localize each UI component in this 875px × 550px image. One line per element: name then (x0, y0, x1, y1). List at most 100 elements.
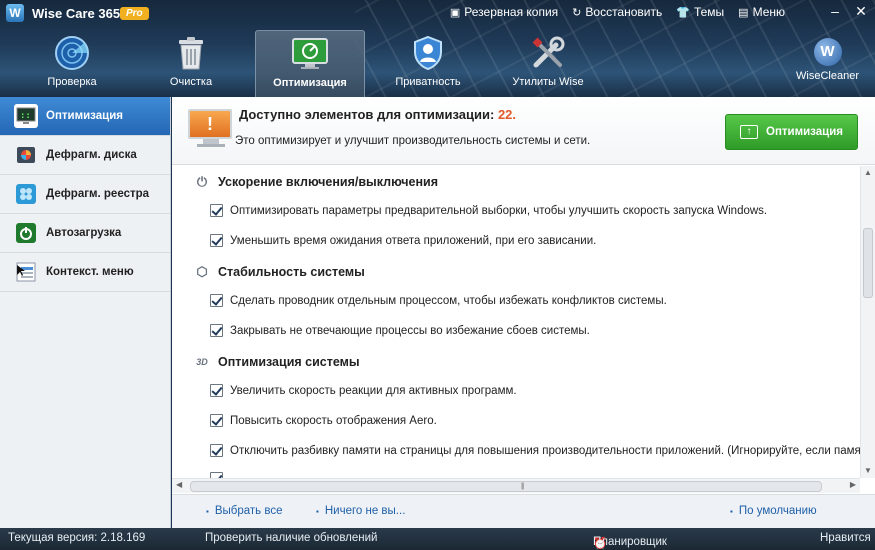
restore-icon: ↻ (572, 6, 582, 19)
sidebar-item-disk-defrag-label: Дефрагм. диска (46, 149, 137, 161)
vertical-scrollbar[interactable]: ▲ ▼ (860, 166, 875, 478)
nav-tab-clean-label: Очистка (169, 76, 213, 88)
section-startup-shutdown: ⏻ Ускорение включения/выключения (194, 174, 438, 190)
list-item: Отключить разбивку памяти на страницы дл… (210, 444, 860, 457)
check-updates-link[interactable]: Проверить наличие обновлений (205, 532, 377, 544)
select-all-label: Выбрать все (214, 505, 283, 517)
header: W Wise Care 365 Pro ▣ Резервная копия ↻ … (0, 0, 875, 97)
nav-tab-optimize-label: Оптимизация (273, 77, 347, 89)
nav-tab-check[interactable]: Проверка (18, 30, 126, 92)
optimization-banner: ! Доступно элементов для оптимизации: 22… (172, 97, 875, 165)
minimize-button[interactable]: – (827, 3, 843, 20)
main-menu-item[interactable]: ▤ Меню (738, 5, 785, 19)
section-title: Стабильность системы (218, 265, 365, 279)
like-link[interactable]: Нравится (820, 532, 871, 544)
warning-monitor-icon: ! (188, 109, 234, 149)
status-bar: Текущая версия: 2.18.169 Проверить налич… (0, 528, 875, 550)
restore-menu-item[interactable]: ↻ Восстановить (572, 5, 662, 19)
sidebar-item-startup[interactable]: Автозагрузка (0, 214, 170, 253)
svg-text:::: :: (20, 111, 31, 121)
monitor-optimize-icon (290, 35, 330, 73)
3d-icon: 3D (196, 357, 208, 367)
sidebar-item-optimize[interactable]: :: Оптимизация (0, 97, 170, 136)
themes-menu-item[interactable]: 👕 Темы (676, 5, 724, 19)
option-checkbox[interactable] (210, 234, 223, 247)
power-icon: ⏻ (196, 174, 208, 189)
banner-subtitle: Это оптимизирует и улучшит производитель… (235, 135, 591, 147)
window-controls: – ✕ (827, 3, 869, 20)
registry-defrag-icon (14, 182, 38, 206)
optimize-button[interactable]: ↑ Оптимизация (725, 114, 858, 150)
restore-label: Восстановить (585, 5, 663, 19)
bullet-icon: ▪ (206, 506, 209, 516)
list-item: Закрывать не отвечающие процессы во избе… (210, 324, 590, 337)
horizontal-scrollbar[interactable]: ◀ ||| ▶ (172, 478, 860, 493)
trash-icon (171, 34, 211, 72)
wisecleaner-logo-icon: W (813, 38, 842, 66)
app-title: Wise Care 365 (32, 6, 121, 21)
option-checkbox[interactable] (210, 384, 223, 397)
scroll-left-icon[interactable]: ◀ (176, 480, 182, 489)
default-label: По умолчанию (738, 505, 817, 517)
scroll-down-icon[interactable]: ▼ (861, 464, 875, 478)
list-item: Сделать проводник отдельным процессом, ч… (210, 294, 667, 307)
menu-icon: ▤ (738, 6, 749, 19)
nav-tab-utilities[interactable]: Утилиты Wise (494, 30, 602, 92)
sidebar-item-context-menu[interactable]: Контекст. меню (0, 253, 170, 292)
shield-user-icon (408, 34, 448, 72)
sidebar-item-startup-label: Автозагрузка (46, 227, 122, 239)
bullet-icon: ▪ (730, 506, 733, 516)
option-checkbox[interactable] (210, 324, 223, 337)
list-item: Оптимизировать параметры предварительной… (210, 204, 767, 217)
nav-tab-privacy[interactable]: Приватность (374, 30, 482, 92)
themes-label: Темы (693, 5, 725, 19)
banner-title: Доступно элементов для оптимизации: 22. (239, 107, 516, 122)
default-link[interactable]: ▪ По умолчанию (730, 505, 817, 517)
tshirt-icon: 👕 (676, 6, 690, 19)
sidebar-item-registry-defrag-label: Дефрагм. реестра (46, 188, 150, 200)
optimize-icon: :: (14, 104, 38, 128)
optimization-list: ⏻ Ускорение включения/выключения Оптимиз… (172, 166, 860, 478)
section-system-optimization: 3D Оптимизация системы (194, 354, 360, 370)
app-logo-icon: W (6, 4, 24, 22)
horizontal-scroll-thumb[interactable]: ||| (190, 481, 822, 492)
option-checkbox[interactable] (210, 414, 223, 427)
nav-tab-privacy-label: Приватность (395, 76, 461, 88)
selection-links: ▪ Выбрать все ▪ Ничего не вы... ▪ По умо… (172, 494, 875, 528)
option-label: Уменьшить время ожидания ответа приложен… (230, 234, 597, 247)
scheduler-label: Планировщик неактивен (593, 536, 667, 550)
select-all-link[interactable]: ▪ Выбрать все (206, 505, 283, 517)
power-icon (14, 221, 38, 245)
list-item: Уменьшить время ожидания ответа приложен… (210, 234, 596, 247)
sidebar-item-disk-defrag[interactable]: Дефрагм. диска (0, 136, 170, 175)
scroll-up-icon[interactable]: ▲ (861, 166, 875, 180)
upload-arrow-icon: ↑ (740, 125, 758, 139)
main-panel: ! Доступно элементов для оптимизации: 22… (172, 97, 875, 528)
option-checkbox[interactable] (210, 204, 223, 217)
nav-tab-clean[interactable]: Очистка (137, 30, 245, 92)
section-title: Оптимизация системы (218, 355, 360, 369)
select-none-link[interactable]: ▪ Ничего не вы... (316, 505, 405, 517)
context-menu-icon (14, 260, 38, 284)
main-nav: Проверка Очистка Оптимизация Приватность… (0, 30, 640, 97)
option-checkbox[interactable] (210, 444, 223, 457)
scroll-right-icon[interactable]: ▶ (850, 480, 856, 489)
radar-icon (52, 34, 92, 72)
vertical-scroll-thumb[interactable] (863, 228, 873, 298)
pro-badge: Pro (120, 7, 149, 20)
list-item: Повысить скорость отображения Aero. (210, 414, 437, 427)
close-button[interactable]: ✕ (853, 3, 869, 20)
option-checkbox[interactable] (210, 294, 223, 307)
sidebar-item-context-menu-label: Контекст. меню (46, 266, 134, 278)
section-title: Ускорение включения/выключения (218, 175, 439, 189)
list-item: Увеличить скорость реакции для активных … (210, 384, 517, 397)
save-icon: ▣ (449, 6, 461, 19)
wisecleaner-link[interactable]: W WiseCleaner (796, 38, 859, 82)
title-bar: W Wise Care 365 Pro ▣ Резервная копия ↻ … (0, 0, 875, 26)
backup-menu-item[interactable]: ▣ Резервная копия (450, 5, 558, 19)
optimize-button-label: Оптимизация (766, 126, 843, 138)
sidebar-item-registry-defrag[interactable]: Дефрагм. реестра (0, 175, 170, 214)
wisecleaner-label: WiseCleaner (796, 70, 859, 82)
sidebar-item-optimize-label: Оптимизация (46, 110, 123, 122)
nav-tab-optimize[interactable]: Оптимизация (255, 30, 365, 97)
